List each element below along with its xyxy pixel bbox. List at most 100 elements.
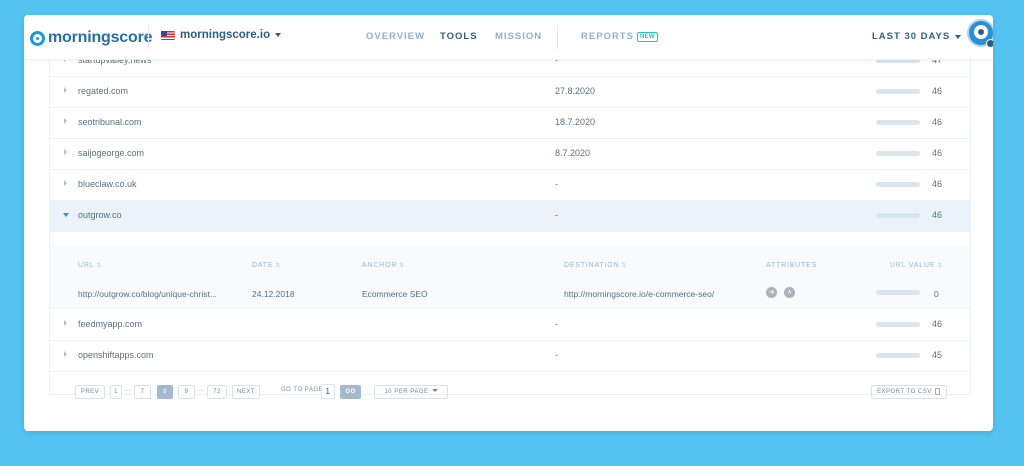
link-destination[interactable]: http://morningscore.io/e-commerce-seo/ <box>564 289 714 299</box>
nav-reports[interactable]: REPORTS NEW <box>581 31 658 42</box>
sort-icon: ⇅ <box>937 263 944 269</box>
expand-arrow-icon[interactable] <box>64 351 67 357</box>
row-domain[interactable]: outgrow.co <box>78 210 122 220</box>
pager-ellipsis: ... <box>197 387 204 393</box>
row-date: - <box>555 319 558 329</box>
expand-arrow-icon[interactable] <box>64 87 67 93</box>
score-bar <box>876 353 920 358</box>
expand-arrow-icon[interactable] <box>64 320 67 326</box>
next-button[interactable]: NEXT <box>232 385 260 399</box>
row-domain[interactable]: blueclaw.co.uk <box>78 179 137 189</box>
url-value: 0 <box>934 289 939 299</box>
row-domain[interactable]: openshiftapps.com <box>78 350 154 360</box>
user-avatar[interactable] <box>967 19 993 48</box>
header-label: ANCHOR <box>362 262 398 269</box>
divider <box>148 25 149 49</box>
nav-reports-label: REPORTS <box>581 31 634 42</box>
backlinks-table: startupvalley.news -47 regated.com 27.8.202… <box>49 45 971 399</box>
link-anchor: Ecommerce SEO <box>362 289 428 299</box>
row-score: 45 <box>932 350 943 360</box>
chevron-down-icon <box>955 34 962 39</box>
logo[interactable]: morningscore <box>30 28 152 48</box>
row-domain[interactable]: feedmyapp.com <box>78 319 142 329</box>
col-header-anchor[interactable]: ANCHOR ⇅ <box>362 262 405 269</box>
us-flag-icon <box>161 30 175 40</box>
sort-icon: ⇅ <box>399 263 405 269</box>
table-row[interactable]: feedmyapp.com - 46 <box>50 309 970 341</box>
page-8-button[interactable]: 8 <box>157 385 173 399</box>
divider <box>557 25 558 49</box>
score-bar <box>876 120 920 125</box>
col-header-destination[interactable]: DESTINATION ⇅ <box>564 262 627 269</box>
main-card: morningscore morningscore.io OVERVIEW TO… <box>24 15 993 431</box>
row-date: - <box>555 179 558 189</box>
row-score: 46 <box>932 117 943 127</box>
nav-overview[interactable]: OVERVIEW <box>366 31 425 42</box>
table-row[interactable]: regated.com 27.8.2020 46 <box>50 76 970 108</box>
file-icon <box>935 388 940 395</box>
new-badge: NEW <box>636 32 658 42</box>
expand-arrow-icon[interactable] <box>63 213 69 217</box>
header-label: DATE <box>252 262 274 269</box>
page-9-button[interactable]: 9 <box>178 385 195 399</box>
link-date: 24.12.2018 <box>252 289 295 299</box>
chevron-down-icon <box>275 33 282 37</box>
score-bar <box>876 213 920 218</box>
row-date: 27.8.2020 <box>555 86 596 96</box>
nav-mission[interactable]: MISSION <box>495 31 542 42</box>
site-name: morningscore.io <box>180 29 271 41</box>
expand-arrow-icon[interactable] <box>64 180 67 186</box>
score-bar <box>876 182 920 187</box>
export-csv-button[interactable]: EXPORT TO CSV <box>871 385 947 399</box>
score-bar <box>876 89 920 94</box>
row-date: - <box>555 210 558 220</box>
row-score: 46 <box>932 319 943 329</box>
score-bar <box>876 322 920 327</box>
header-label: URL VALUE <box>890 262 936 269</box>
table-row[interactable]: blueclaw.co.uk - 46 <box>50 169 970 201</box>
row-score: 46 <box>932 148 943 158</box>
table-row[interactable]: outgrow.co - 46 <box>50 200 970 232</box>
period-selector[interactable]: LAST 30 DAYS <box>872 31 962 42</box>
pagination: PREV 1 ... 7 8 9 ... 72 NEXT GO TO PAGE … <box>50 383 970 403</box>
period-label: LAST 30 DAYS <box>872 31 951 42</box>
row-score: 46 <box>932 179 943 189</box>
score-bar <box>876 151 920 156</box>
goto-page-input[interactable]: 1 <box>321 384 335 399</box>
export-label: EXPORT TO CSV <box>877 389 932 395</box>
header-label: DESTINATION <box>564 262 620 269</box>
table-row[interactable]: saijogeorge.com 8.7.2020 46 <box>50 138 970 170</box>
expand-arrow-icon[interactable] <box>64 149 67 155</box>
site-selector[interactable]: morningscore.io <box>161 29 282 41</box>
link-url[interactable]: http://outgrow.co/blog/unique-christ... <box>78 289 217 299</box>
page-1-button[interactable]: 1 <box>110 385 122 399</box>
sort-icon: ⇅ <box>96 263 103 269</box>
col-header-date[interactable]: DATE ⇅ <box>252 262 281 269</box>
row-domain[interactable]: saijogeorge.com <box>78 148 144 158</box>
go-button[interactable]: GO <box>340 385 361 399</box>
row-score: 46 <box>932 86 943 96</box>
url-value-bar <box>876 290 920 295</box>
redirect-icon: ➜ <box>766 287 777 298</box>
per-page-select[interactable]: 10 PER PAGE <box>374 385 448 399</box>
row-date: - <box>555 350 558 360</box>
goto-page-label: GO TO PAGE <box>281 387 324 393</box>
col-header-url-value[interactable]: URL VALUE ⇅ <box>890 262 943 269</box>
expand-arrow-icon[interactable] <box>64 118 67 124</box>
prev-button[interactable]: PREV <box>75 385 105 399</box>
table-row[interactable]: seotribunal.com 18.7.2020 46 <box>50 107 970 139</box>
row-domain[interactable]: regated.com <box>78 86 128 96</box>
row-score: 46 <box>932 210 943 220</box>
logo-mark-icon <box>30 30 45 46</box>
expanded-link-details: URL ⇅ DATE ⇅ ANCHOR ⇅ DESTINATION ⇅ ATTRIBUT… <box>50 246 970 309</box>
pager-ellipsis: ... <box>124 387 131 393</box>
row-domain[interactable]: seotribunal.com <box>78 117 142 127</box>
table-row[interactable]: openshiftapps.com - 45 <box>50 340 970 372</box>
nav-tools[interactable]: TOOLS <box>440 31 478 42</box>
page-72-button[interactable]: 72 <box>207 385 227 399</box>
col-header-attributes: ATTRIBUTES <box>766 262 817 269</box>
logo-text: morningscore <box>48 29 153 46</box>
page-7-button[interactable]: 7 <box>134 385 151 399</box>
col-header-url[interactable]: URL ⇅ <box>78 262 102 269</box>
top-nav-bar: morningscore morningscore.io OVERVIEW TO… <box>24 15 993 60</box>
